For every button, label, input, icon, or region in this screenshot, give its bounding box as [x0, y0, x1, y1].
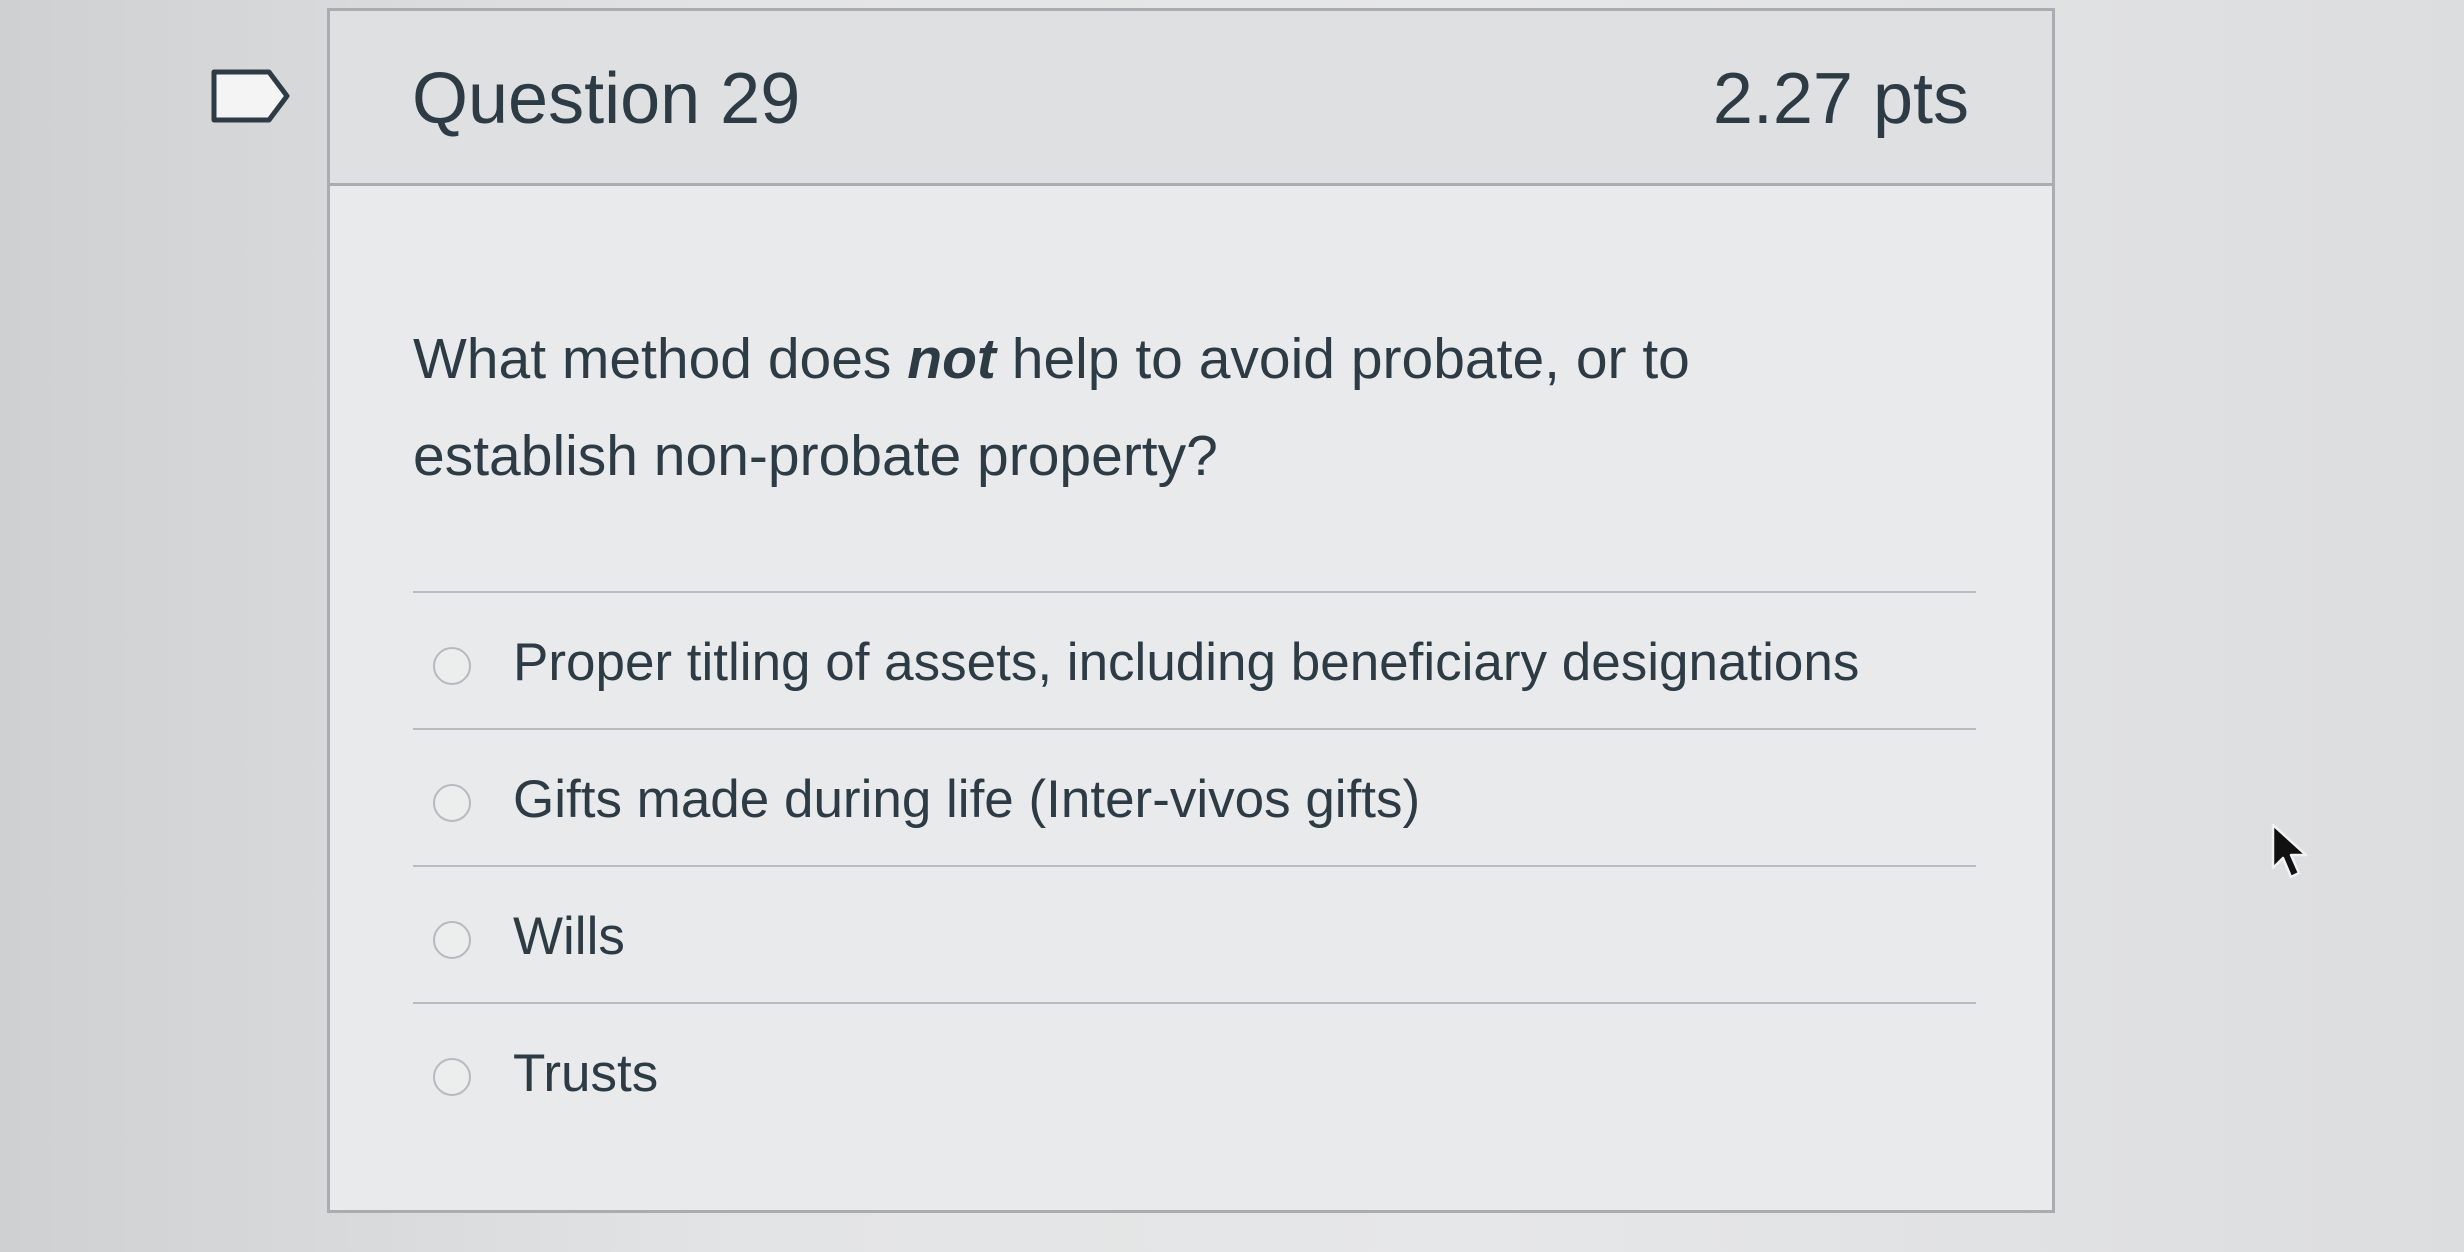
radio-button[interactable] [433, 647, 471, 685]
radio-button[interactable] [433, 784, 471, 822]
answer-label[interactable]: Proper titling of assets, including bene… [513, 633, 1859, 694]
question-card: Question 29 2.27 pts What method does no… [327, 8, 2055, 1213]
answer-option[interactable]: Gifts made during life (Inter-vivos gift… [413, 728, 1976, 865]
question-points: 2.27 pts [1712, 59, 1969, 139]
answer-list: Proper titling of assets, including bene… [413, 591, 1976, 1139]
answer-label[interactable]: Wills [513, 907, 625, 968]
answer-option[interactable]: Proper titling of assets, including bene… [413, 591, 1976, 728]
question-text-emphasis: not [907, 327, 996, 391]
question-title: Question 29 [412, 59, 801, 139]
answer-label[interactable]: Trusts [513, 1044, 658, 1105]
question-header: Question 29 2.27 pts [330, 11, 2052, 186]
answer-option[interactable]: Wills [413, 865, 1976, 1002]
flag-question-icon[interactable] [211, 69, 291, 123]
question-text-before: What method does [413, 327, 908, 391]
answer-label[interactable]: Gifts made during life (Inter-vivos gift… [513, 770, 1420, 831]
radio-button[interactable] [433, 1058, 471, 1096]
radio-button[interactable] [433, 921, 471, 959]
question-text: What method does not help to avoid proba… [413, 311, 1913, 505]
answer-option[interactable]: Trusts [413, 1002, 1976, 1139]
mouse-pointer-icon [2271, 823, 2308, 879]
